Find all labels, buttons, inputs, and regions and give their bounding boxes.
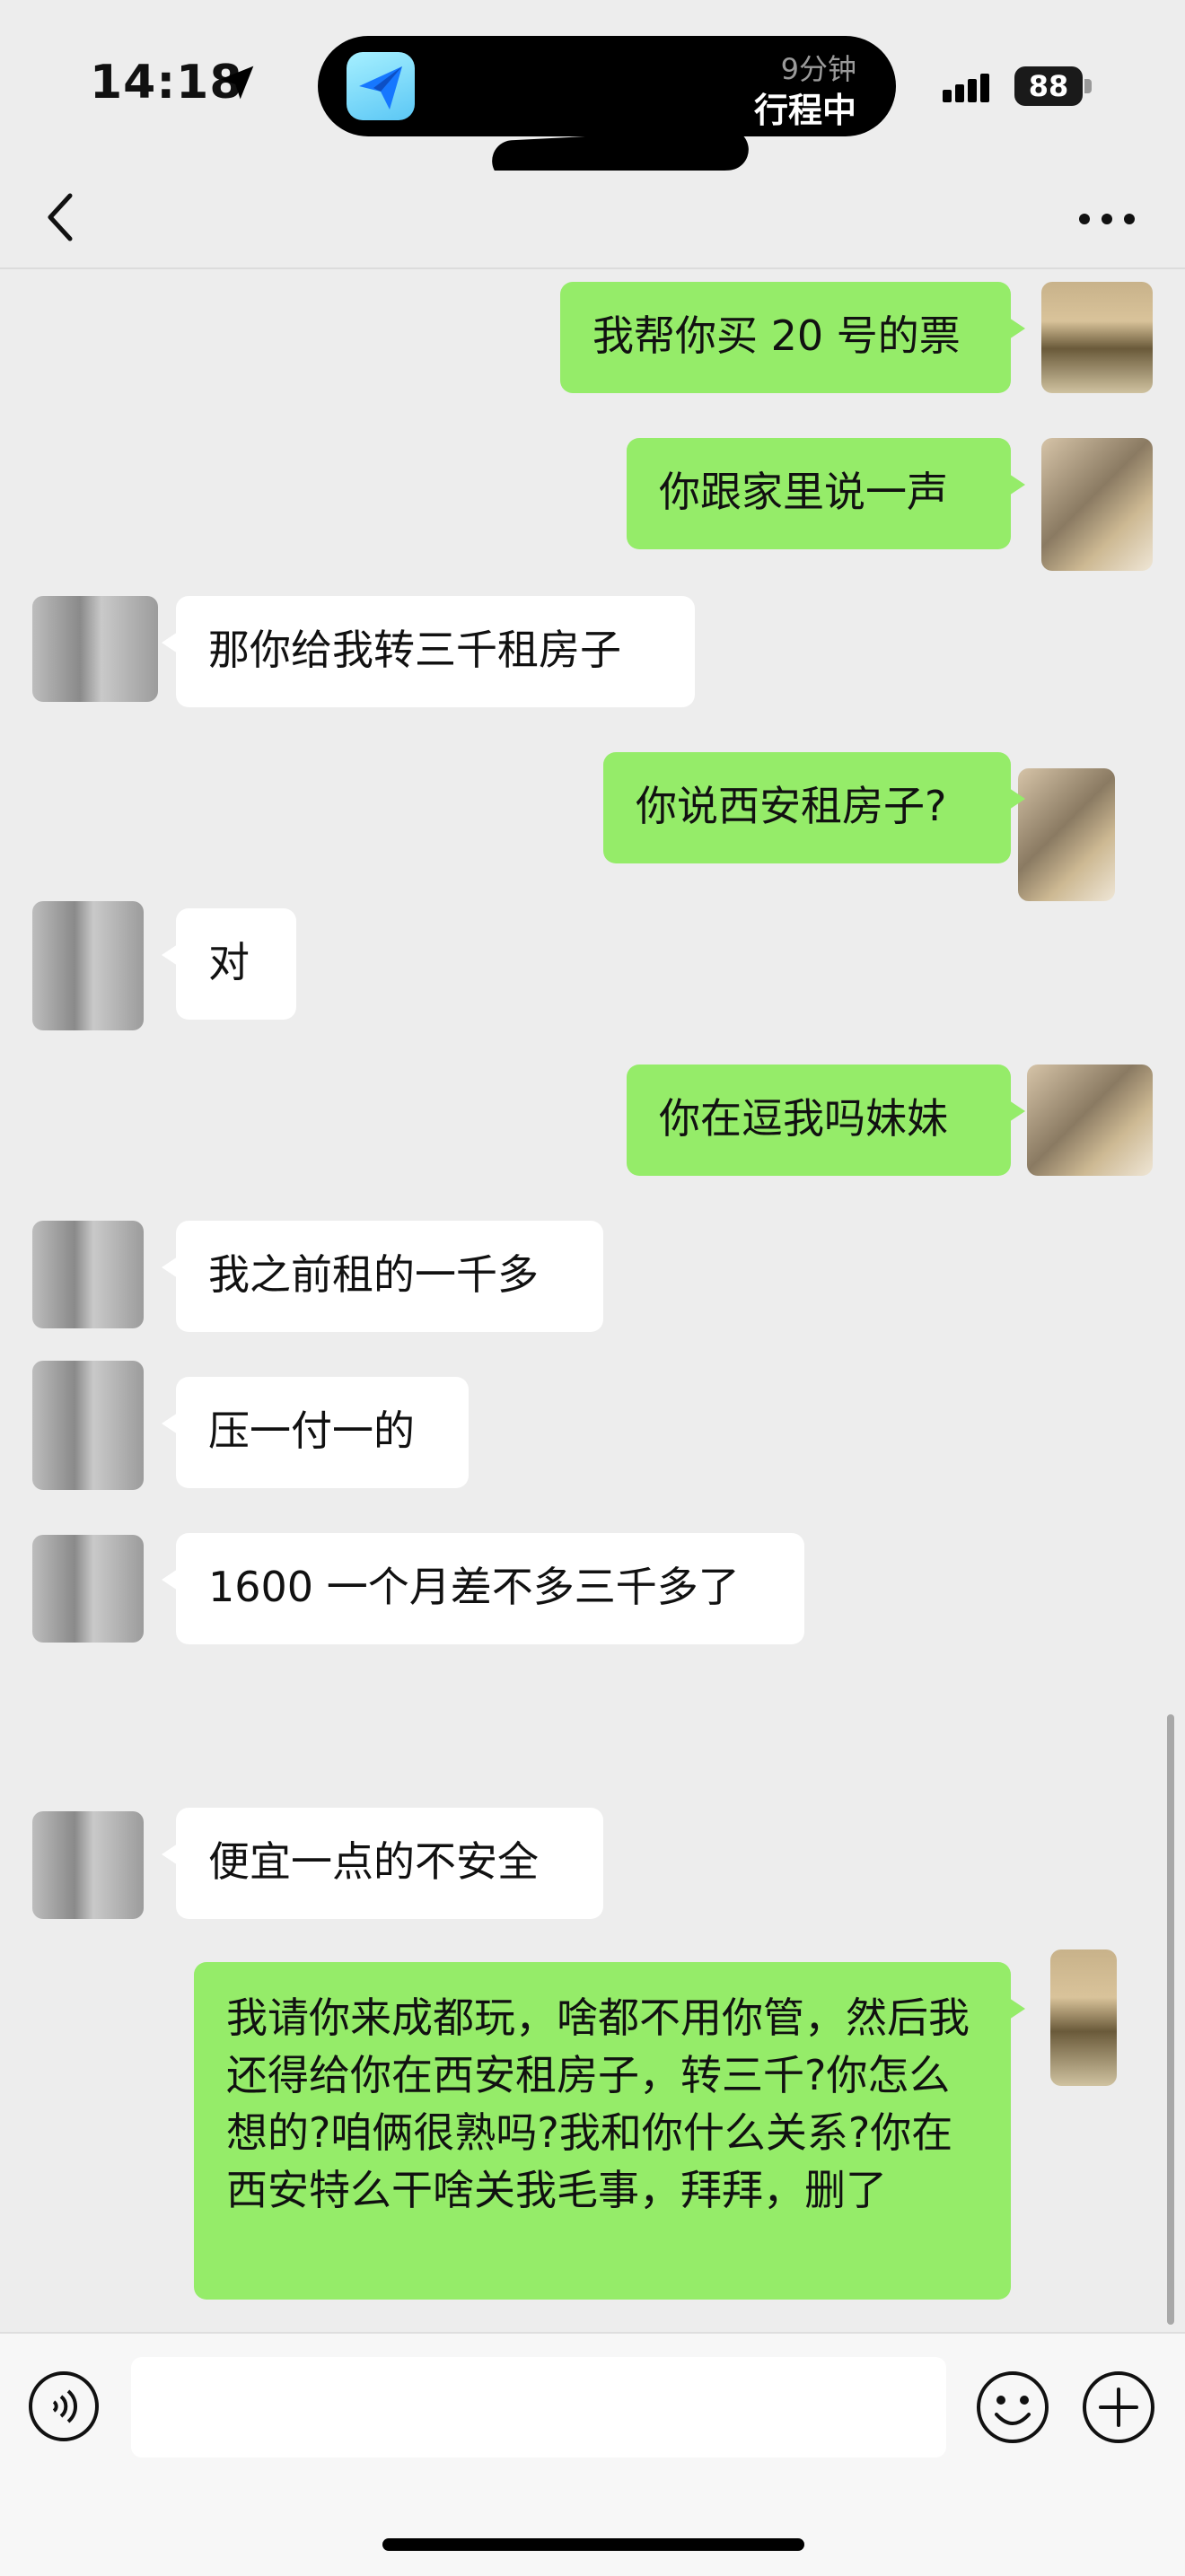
my-avatar[interactable]	[1027, 1065, 1153, 1176]
more-icon[interactable]	[1075, 208, 1138, 230]
back-icon[interactable]	[40, 188, 84, 246]
message-input[interactable]	[131, 2357, 946, 2458]
message-bubble[interactable]: 我请你来成都玩，啥都不用你管，然后我还得给你在西安租房子，转三千?你怎么想的?咱…	[194, 1962, 1025, 2300]
message-bubble[interactable]: 你说西安租房子?	[603, 752, 1025, 863]
battery-tip	[1084, 79, 1092, 93]
chat-header	[0, 171, 1185, 269]
plus-icon[interactable]	[1081, 2370, 1156, 2445]
dynamic-island[interactable]: 9分钟 行程中	[318, 36, 896, 136]
voice-icon[interactable]	[27, 2370, 101, 2443]
message-bubble[interactable]: 压一付一的	[162, 1377, 469, 1488]
emoji-icon[interactable]	[975, 2370, 1050, 2445]
battery-level: 88	[1014, 66, 1083, 106]
contact-avatar[interactable]	[32, 1221, 144, 1328]
message-bubble[interactable]: 1600 一个月差不多三千多了	[162, 1533, 804, 1644]
contact-avatar[interactable]	[32, 596, 158, 702]
message-bubble[interactable]: 我帮你买 20 号的票	[560, 282, 1025, 393]
message-bubble[interactable]: 便宜一点的不安全	[162, 1808, 603, 1919]
message-bubble[interactable]: 我之前租的一千多	[162, 1221, 603, 1332]
message-bubble[interactable]: 你在逗我吗妹妹	[627, 1065, 1025, 1176]
signal-icon	[943, 74, 989, 102]
contact-avatar[interactable]	[32, 901, 144, 1030]
message-bubble[interactable]: 对	[162, 908, 296, 1020]
message-bubble[interactable]: 那你给我转三千租房子	[162, 596, 695, 707]
scrollbar[interactable]	[1167, 1714, 1174, 2325]
trip-status: 行程中	[753, 91, 856, 130]
my-avatar[interactable]	[1041, 282, 1153, 393]
contact-avatar[interactable]	[32, 1535, 144, 1643]
message-bubble[interactable]: 你跟家里说一声	[627, 438, 1025, 549]
contact-avatar[interactable]	[32, 1361, 144, 1490]
input-bar	[0, 2332, 1185, 2576]
contact-avatar[interactable]	[32, 1811, 144, 1919]
location-arrow-icon	[220, 66, 254, 100]
home-indicator[interactable]	[382, 2538, 804, 2551]
navigation-app-icon	[347, 52, 415, 120]
my-avatar[interactable]	[1050, 1950, 1117, 2086]
my-avatar[interactable]	[1018, 768, 1115, 901]
my-avatar[interactable]	[1041, 438, 1153, 571]
